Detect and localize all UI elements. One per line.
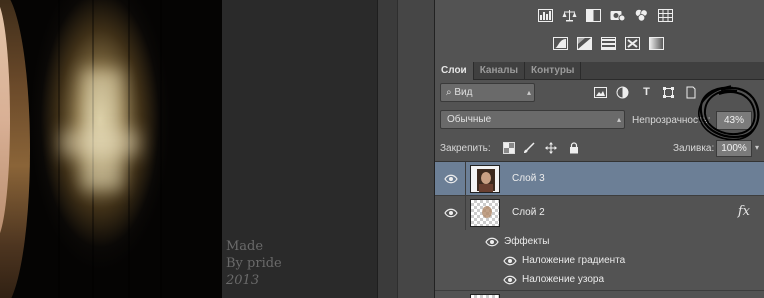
- effect-label: Наложение узора: [522, 274, 605, 285]
- layer-thumbnail[interactable]: [470, 294, 500, 298]
- invert-icon[interactable]: [552, 36, 568, 50]
- eye-icon[interactable]: [444, 207, 458, 219]
- updown-arrow-icon: ▴: [526, 88, 531, 97]
- document-canvas[interactable]: [0, 0, 222, 298]
- brush-icon[interactable]: [523, 142, 535, 154]
- updown-arrow-icon: ▴: [616, 115, 621, 124]
- tab-paths[interactable]: Контуры: [525, 62, 582, 80]
- eye-icon[interactable]: [503, 274, 517, 286]
- effects-group-row[interactable]: Эффекты: [435, 232, 764, 251]
- channel-mixer-icon[interactable]: [633, 8, 649, 22]
- image-filter-icon[interactable]: [594, 86, 607, 99]
- threshold-icon[interactable]: [600, 36, 616, 50]
- color-lookup-icon[interactable]: [657, 8, 673, 22]
- fx-icon[interactable]: fx: [738, 204, 750, 219]
- column-divider: [465, 196, 466, 230]
- layers-panel: Слои Каналы Контуры ⌕ Вид ▴ T Обычные ▴ …: [435, 0, 764, 298]
- adjustments-panel: [435, 0, 764, 60]
- watermark: Made By pride 2013: [226, 238, 282, 289]
- layer-name[interactable]: Слой 2: [512, 207, 545, 218]
- column-divider: [465, 162, 466, 196]
- lock-label: Закрепить:: [440, 143, 491, 154]
- adjustment-filter-icon[interactable]: [616, 86, 629, 99]
- adjustments-row-1: [537, 8, 673, 22]
- adjustments-row-2: [552, 36, 664, 50]
- layer-filter-row: ⌕ Вид ▴ T: [435, 80, 764, 106]
- layer-thumbnail[interactable]: [470, 199, 500, 227]
- panel-tab-bar: Слои Каналы Контуры: [435, 62, 764, 80]
- lock-transparency-icon[interactable]: [503, 142, 515, 154]
- smart-object-filter-icon[interactable]: [684, 86, 697, 99]
- blend-mode-value: Обычные: [447, 114, 492, 125]
- shape-filter-icon[interactable]: [662, 86, 675, 99]
- layer-name[interactable]: Слой 3: [512, 173, 545, 184]
- wood-plank-line: [160, 0, 162, 298]
- collapsed-panel-strip[interactable]: [397, 0, 435, 298]
- fill-label: Заливка:: [673, 143, 715, 154]
- effects-label: Эффекты: [504, 236, 550, 247]
- filter-kind-value: Вид: [454, 87, 473, 98]
- watermark-year: 2013: [226, 273, 260, 288]
- photo-filter-icon[interactable]: [609, 8, 625, 22]
- lock-icon[interactable]: [568, 142, 580, 154]
- blend-opacity-row: Обычные ▴ Непрозрачность: 43%: [435, 106, 764, 134]
- opacity-input[interactable]: 43%: [716, 111, 752, 130]
- eye-icon[interactable]: [503, 255, 517, 267]
- effect-row[interactable]: Наложение узора: [435, 270, 764, 289]
- dropdown-arrow-icon[interactable]: ▾: [755, 143, 759, 152]
- type-filter-icon[interactable]: T: [640, 86, 653, 99]
- eye-icon[interactable]: [444, 173, 458, 185]
- filter-kind-select[interactable]: ⌕ Вид ▴: [440, 83, 535, 102]
- eye-icon[interactable]: [485, 236, 499, 248]
- move-icon[interactable]: [545, 142, 557, 154]
- opacity-label: Непрозрачность:: [632, 115, 711, 126]
- bw-icon[interactable]: [585, 8, 601, 22]
- blend-mode-select[interactable]: Обычные ▴: [440, 110, 625, 129]
- panel-dock-divider[interactable]: [377, 0, 397, 298]
- posterize-icon[interactable]: [576, 36, 592, 50]
- tab-channels[interactable]: Каналы: [474, 62, 525, 80]
- layer-row-partial[interactable]: [435, 290, 764, 298]
- lock-fill-row: Закрепить: Заливка: 100% ▾: [435, 134, 764, 162]
- watermark-line2: By pride: [226, 256, 282, 271]
- levels-icon[interactable]: [537, 8, 553, 22]
- layers-list: Слой 3 Слой 2 fx Эффекты Наложение гради…: [435, 162, 764, 298]
- layer-row-2[interactable]: Слой 2 fx: [435, 196, 764, 230]
- light-glow-horizontal: [60, 130, 140, 156]
- watermark-line1: Made: [226, 239, 264, 254]
- layer-thumbnail[interactable]: [470, 165, 500, 193]
- fill-input[interactable]: 100%: [716, 140, 752, 157]
- effect-row[interactable]: Наложение градиента: [435, 251, 764, 270]
- search-icon: ⌕: [446, 87, 452, 98]
- selective-color-icon[interactable]: [624, 36, 640, 50]
- effect-label: Наложение градиента: [522, 255, 626, 266]
- balance-icon[interactable]: [561, 8, 577, 22]
- layer-row-3[interactable]: Слой 3: [435, 162, 764, 196]
- gradient-map-icon[interactable]: [648, 36, 664, 50]
- tab-layers[interactable]: Слои: [435, 62, 474, 80]
